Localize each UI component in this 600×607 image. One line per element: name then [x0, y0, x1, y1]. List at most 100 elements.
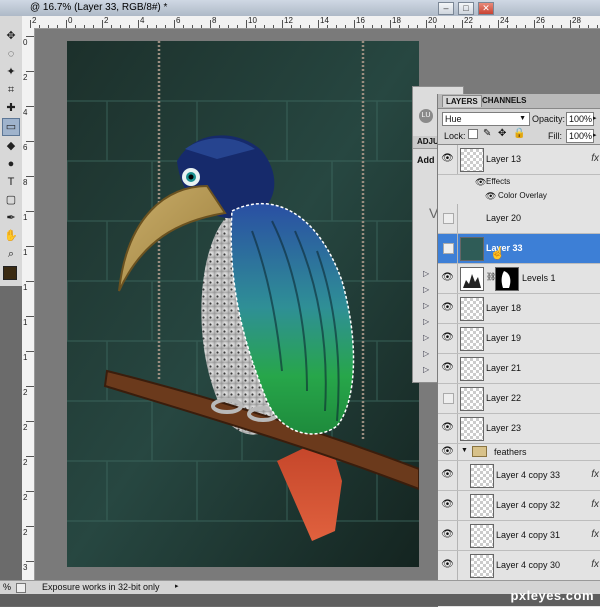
- blend-mode-select[interactable]: Hue ▼: [442, 112, 530, 126]
- ruler-minor-tick: [597, 25, 598, 28]
- layer-row[interactable]: 👁 Layer 4 copy 30 fx: [438, 551, 600, 581]
- ruler-minor-tick: [39, 25, 40, 28]
- eye-icon[interactable]: 👁: [441, 559, 454, 570]
- adjustment-preset-arrow-icon[interactable]: ▷: [423, 317, 433, 327]
- layer-row[interactable]: Layer 20: [438, 204, 600, 234]
- healing-brush-icon[interactable]: ✚: [3, 100, 19, 116]
- tab-channels[interactable]: CHANNELS: [482, 96, 526, 105]
- layer-row[interactable]: Layer 22: [438, 384, 600, 414]
- eraser-icon[interactable]: ◆: [3, 138, 19, 154]
- move-icon[interactable]: ✥: [3, 28, 19, 44]
- lock-position-icon[interactable]: ✥: [498, 128, 506, 139]
- layer-name: Layer 19: [486, 333, 522, 343]
- layer-row[interactable]: 👁 Layer 4 copy 31 fx: [438, 521, 600, 551]
- brush-icon[interactable]: ▭: [2, 118, 20, 136]
- ruler-minor-tick: [408, 25, 409, 28]
- eye-icon[interactable]: 👁: [441, 153, 454, 164]
- eye-icon[interactable]: 👁: [441, 469, 454, 480]
- eye-hidden-icon[interactable]: [443, 213, 454, 224]
- lasso-icon[interactable]: ◌: [3, 46, 19, 62]
- shape-icon[interactable]: ▢: [3, 192, 19, 208]
- group-expand-icon[interactable]: ▼: [461, 447, 468, 454]
- fill-label: Fill:: [548, 131, 562, 141]
- adjustment-preset-arrow-icon[interactable]: ▷: [423, 301, 433, 311]
- crop-icon[interactable]: ⌗: [3, 82, 19, 98]
- zoom-level[interactable]: %: [3, 582, 11, 592]
- ruler-label: 2: [23, 423, 28, 432]
- lock-pixels-icon[interactable]: ✎: [483, 128, 491, 139]
- ruler-tick: [246, 20, 247, 28]
- eye-icon[interactable]: 👁: [441, 362, 454, 373]
- fx-icon[interactable]: fx: [591, 529, 599, 540]
- opacity-dropdown-icon[interactable]: ▸: [593, 114, 597, 122]
- eye-icon[interactable]: 👁: [441, 529, 454, 540]
- eye-icon[interactable]: 👁: [441, 422, 454, 433]
- ruler-tick: [26, 316, 34, 317]
- fx-icon[interactable]: fx: [591, 499, 599, 510]
- ruler-minor-tick: [273, 25, 274, 28]
- layer-list[interactable]: 👁 Layer 13 fx 👁 Effects 👁 Color Overlay …: [438, 144, 600, 607]
- eye-icon[interactable]: 👁: [441, 499, 454, 510]
- ruler-tick: [390, 20, 391, 28]
- eye-icon[interactable]: 👁: [441, 302, 454, 313]
- adjustment-preset-arrow-icon[interactable]: ▷: [423, 269, 433, 279]
- document-info-icon[interactable]: [16, 583, 26, 593]
- foreground-color-swatch[interactable]: [3, 266, 17, 280]
- document-title-bar: @ 16.7% (Layer 33, RGB/8#) * – □ ✕: [0, 0, 600, 17]
- ruler-minor-tick: [111, 25, 112, 28]
- ruler-minor-tick: [300, 25, 301, 28]
- opacity-input[interactable]: 100%: [566, 112, 594, 126]
- status-menu-arrow-icon[interactable]: ▸: [175, 582, 179, 590]
- minimize-button[interactable]: –: [438, 2, 454, 15]
- fx-icon[interactable]: fx: [591, 153, 599, 164]
- fx-icon[interactable]: fx: [591, 559, 599, 570]
- blur-icon[interactable]: ●: [3, 156, 19, 172]
- eye-icon[interactable]: 👁: [441, 332, 454, 343]
- layer-row[interactable]: 👁 Layer 21: [438, 354, 600, 384]
- fx-icon[interactable]: fx: [591, 469, 599, 480]
- ruler-tick: [174, 20, 175, 28]
- layer-row[interactable]: 👁 Layer 19: [438, 324, 600, 354]
- document-canvas[interactable]: [67, 41, 419, 567]
- layer-row[interactable]: 👁 Layer 13 fx: [438, 145, 600, 175]
- eye-icon[interactable]: 👁: [475, 177, 486, 188]
- watermark-text: pxleyes.com: [510, 588, 594, 603]
- lock-label: Lock:: [444, 131, 466, 141]
- layer-row[interactable]: 👁 Layer 23: [438, 414, 600, 444]
- fill-dropdown-icon[interactable]: ▸: [593, 131, 597, 139]
- adjustment-preset-arrow-icon[interactable]: ▷: [423, 333, 433, 343]
- adjustment-preset-arrow-icon[interactable]: ▷: [423, 349, 433, 359]
- tab-layers[interactable]: LAYERS: [442, 95, 482, 107]
- eye-icon[interactable]: 👁: [485, 191, 496, 202]
- ruler-label: 1: [23, 353, 28, 362]
- magic-wand-icon[interactable]: ✦: [3, 64, 19, 80]
- adjustment-preset-arrow-icon[interactable]: ▷: [423, 285, 433, 295]
- close-button[interactable]: ✕: [478, 2, 494, 15]
- ruler-tick: [462, 20, 463, 28]
- eye-icon[interactable]: 👁: [441, 272, 454, 283]
- layer-row[interactable]: 👁 Layer 18: [438, 294, 600, 324]
- ruler-minor-tick: [435, 25, 436, 28]
- lock-transparent-icon[interactable]: [468, 129, 478, 139]
- ruler-minor-tick: [192, 25, 193, 28]
- adjustment-preset-arrow-icon[interactable]: ▷: [423, 365, 433, 375]
- lock-all-icon[interactable]: 🔒: [513, 128, 525, 139]
- layer-mask-thumbnail[interactable]: [495, 267, 519, 291]
- eye-hidden-icon[interactable]: [443, 243, 454, 254]
- layer-row[interactable]: 👁 Layer 4 copy 33 fx: [438, 461, 600, 491]
- eye-icon[interactable]: 👁: [441, 446, 454, 457]
- layer-thumbnail: [470, 464, 494, 488]
- layer-row[interactable]: 👁 Layer 4 copy 32 fx: [438, 491, 600, 521]
- color-overlay-row[interactable]: 👁 Color Overlay: [438, 189, 600, 203]
- effects-row[interactable]: 👁 Effects: [438, 175, 600, 189]
- zoom-icon[interactable]: ⌕: [3, 246, 19, 262]
- layer-group-row[interactable]: 👁 ▼ feathers: [438, 444, 600, 461]
- layer-row-selected[interactable]: Layer 33 ☝: [438, 234, 600, 264]
- pen-icon[interactable]: ✒: [3, 210, 19, 226]
- eye-hidden-icon[interactable]: [443, 393, 454, 404]
- maximize-button[interactable]: □: [458, 2, 474, 15]
- type-icon[interactable]: T: [3, 174, 19, 190]
- layer-row[interactable]: 👁 ⛓ Levels 1: [438, 264, 600, 294]
- hand-icon[interactable]: ✋: [3, 228, 19, 244]
- fill-input[interactable]: 100%: [566, 129, 594, 143]
